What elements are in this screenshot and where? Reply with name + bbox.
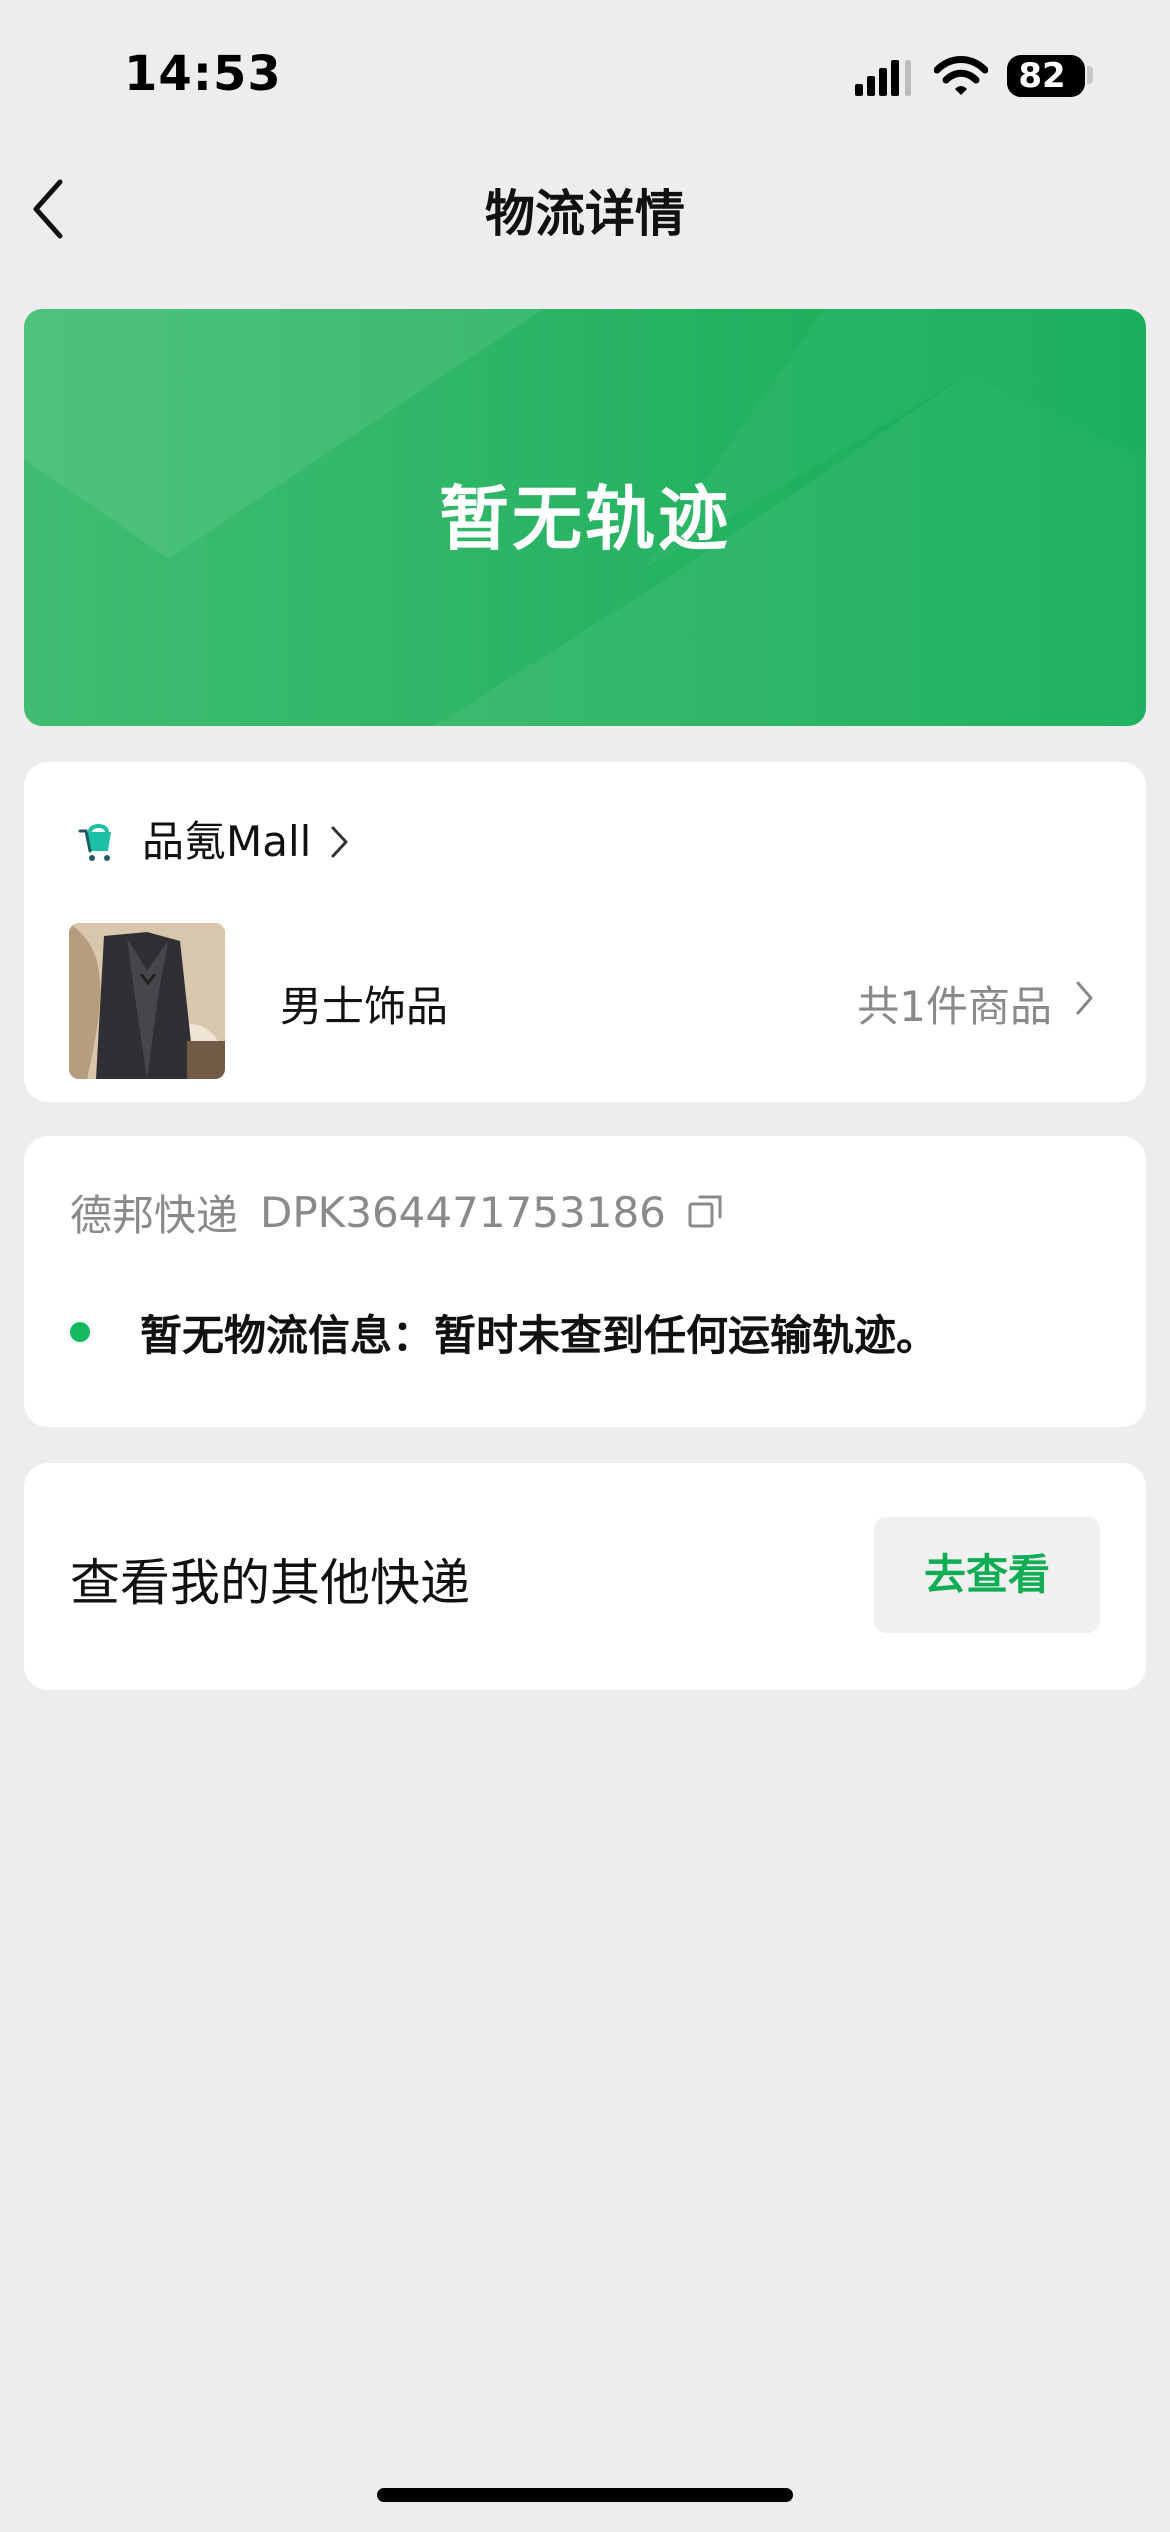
battery-level: 82 bbox=[1018, 56, 1066, 96]
shop-card: 品氪Mall 男士饰品 共1件商品 bbox=[24, 762, 1146, 1102]
status-bar: 14:53 82 bbox=[0, 0, 1170, 150]
tracking-number: DPK364471753186 bbox=[260, 1187, 666, 1237]
shop-link[interactable]: 品氪Mall bbox=[76, 812, 416, 872]
other-shipments-label: 查看我的其他快递 bbox=[70, 1554, 470, 1612]
page-title: 物流详情 bbox=[485, 185, 685, 243]
product-row[interactable]: 男士饰品 共1件商品 bbox=[24, 923, 1146, 1081]
tracking-status-banner: 暂无轨迹 bbox=[24, 309, 1146, 726]
navigation-bar: 物流详情 bbox=[0, 150, 1170, 270]
product-thumbnail bbox=[69, 923, 225, 1079]
chevron-right-icon bbox=[1076, 981, 1093, 1015]
no-tracking-title: 暂无轨迹 bbox=[439, 478, 731, 560]
wifi-icon bbox=[934, 56, 988, 95]
signal-icon bbox=[855, 60, 911, 96]
home-indicator[interactable] bbox=[377, 2488, 793, 2502]
product-name: 男士饰品 bbox=[280, 982, 449, 1031]
shopping-cart-icon bbox=[78, 824, 111, 861]
tracking-card: 德邦快递 DPK364471753186 暂无物流信息：暂时未查到任何运输轨迹。 bbox=[24, 1136, 1146, 1427]
product-count: 共1件商品 bbox=[857, 982, 1052, 1031]
status-time: 14:53 bbox=[124, 46, 282, 102]
status-dot bbox=[70, 1322, 90, 1342]
battery-cap bbox=[1087, 66, 1093, 84]
tracking-message: 暂无物流信息：暂时未查到任何运输轨迹。 bbox=[140, 1310, 939, 1360]
copy-icon[interactable] bbox=[686, 1192, 726, 1232]
other-shipments-card: 查看我的其他快递 去查看 bbox=[24, 1463, 1146, 1690]
battery-icon: 82 bbox=[1007, 55, 1085, 97]
chevron-right-icon bbox=[331, 826, 348, 858]
shop-name: 品氪Mall bbox=[142, 817, 312, 866]
tracking-status-row: 暂无物流信息：暂时未查到任何运输轨迹。 bbox=[70, 1302, 938, 1362]
courier-name: 德邦快递 bbox=[70, 1190, 239, 1240]
view-other-shipments-button[interactable]: 去查看 bbox=[874, 1517, 1100, 1633]
courier-tracking-row: 德邦快递 DPK364471753186 bbox=[70, 1184, 726, 1240]
